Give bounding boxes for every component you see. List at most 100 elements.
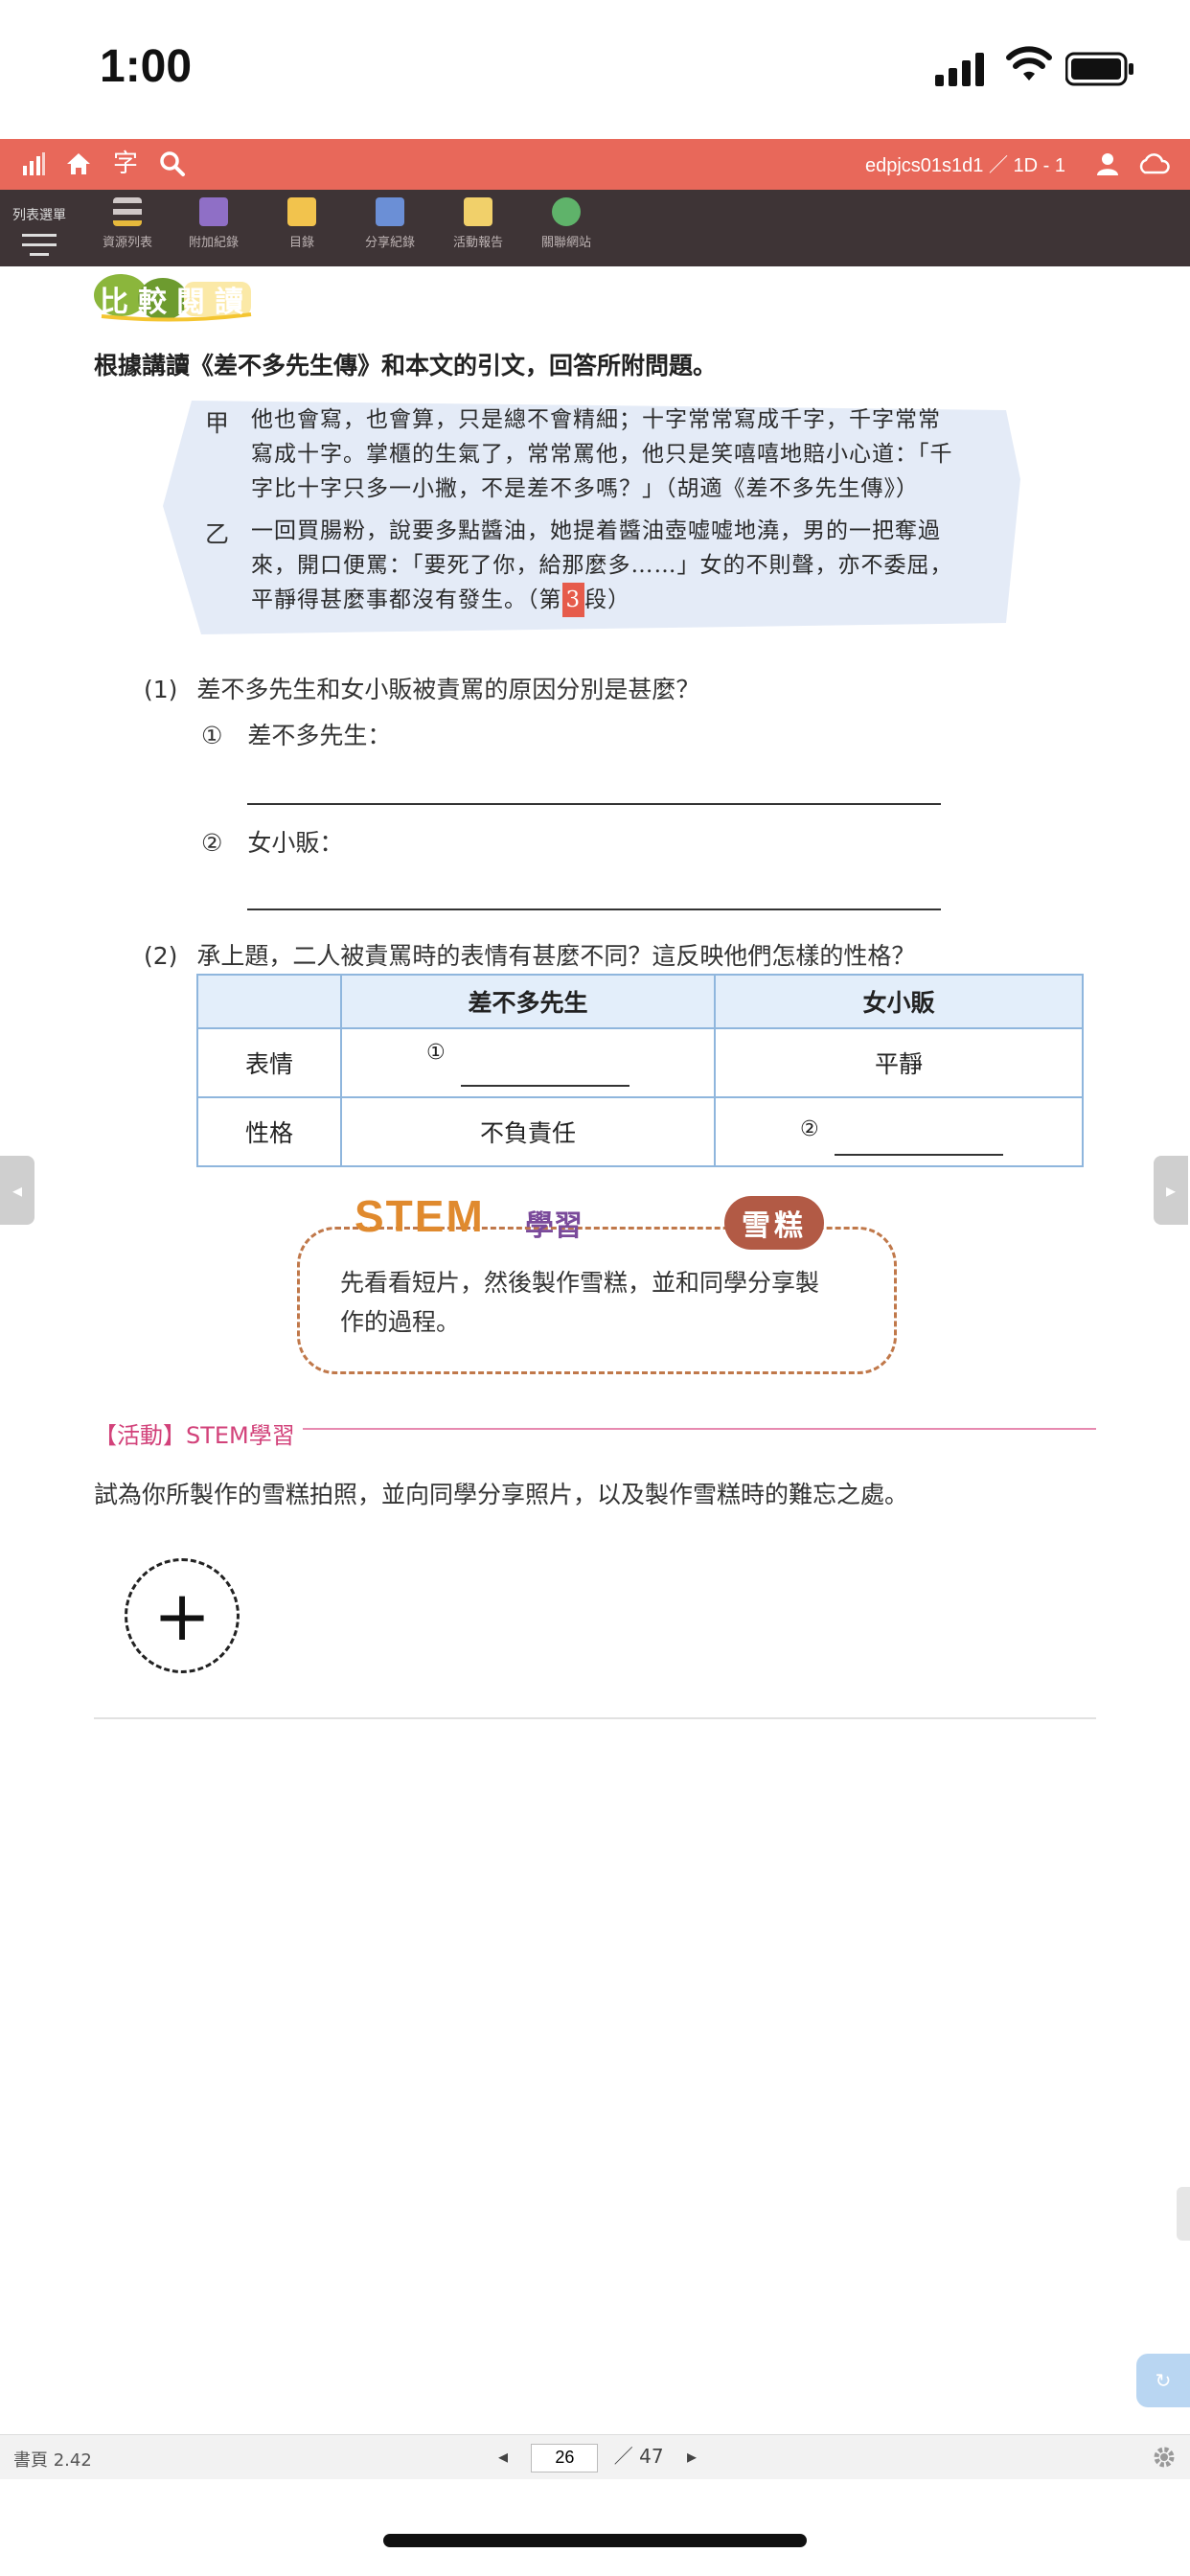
add-photo-button[interactable]: + [125, 1558, 240, 1673]
resource-list-icon [113, 197, 142, 226]
quote-a-label: 甲 [205, 409, 230, 437]
question-1b: ② 女小販： [201, 824, 343, 859]
battery-icon [1065, 52, 1133, 86]
comparative-reading-banner: 比較閱讀 [92, 270, 255, 326]
quote-line: 寫成十字。掌櫃的生氣了，常常罵他，他只是笑嘻嘻地賠小心道：「千 [251, 442, 953, 467]
list-menu-button[interactable]: 列表選單 [0, 190, 79, 266]
list-menu-label: 列表選單 [12, 208, 66, 223]
status-time: 1:00 [100, 41, 193, 92]
stem-line: 作的過程。 [340, 1308, 461, 1336]
pager: ◂ ／ 47 ▸ [498, 2441, 697, 2472]
bottom-bar: 書頁 2.42 ◂ ／ 47 ▸ [0, 2434, 1190, 2479]
table-header: 女小販 [714, 974, 1084, 1029]
page-input[interactable] [531, 2443, 599, 2472]
toolbar-attachment-record[interactable]: 附加紀錄 [171, 196, 257, 250]
quote-text: 平靜得甚麼事都沒有發生。（第 [251, 587, 562, 612]
question-1: (1) 差不多先生和女小販被責罵的原因分別是甚麼？ [144, 671, 699, 705]
quote-line: 一回買腸粉，說要多點醬油，她提着醬油壺嘘嘘地澆，男的一把奪過 [251, 518, 941, 543]
chevron-right-icon: ▸ [1165, 1179, 1177, 1202]
question-number: (2) [144, 942, 178, 970]
status-bar: 1:00 [0, 0, 1190, 139]
gear-icon[interactable] [1152, 2445, 1177, 2470]
attachment-record-icon [199, 197, 228, 226]
question-text: 承上題，二人被責罵時的表情有甚麼不同？這反映他們怎樣的性格？ [196, 942, 916, 970]
quote-line: 字比十字只多一小撇，不是差不多嗎？」（胡適《差不多先生傳》） [251, 476, 919, 501]
activity-label: 【活動】STEM學習 [94, 1422, 295, 1449]
top-bar: 字 edpjcs01s1d1 ／ 1D - 1 [0, 139, 1190, 190]
toolbar-resource-list[interactable]: 資源列表 [84, 196, 171, 250]
sub-label: 女小販： [247, 829, 344, 857]
home-indicator[interactable] [383, 2534, 807, 2547]
activity-text: 試為你所製作的雪糕拍照，並向同學分享照片，以及製作雪糕時的難忘之處。 [94, 1481, 909, 1508]
divider [94, 1717, 1096, 1719]
prev-page-arrow[interactable]: ◂ [0, 1156, 34, 1225]
related-website-icon [552, 197, 581, 226]
search-icon[interactable] [159, 150, 186, 177]
table-row: 表情 ① 平靜 [196, 1027, 1084, 1098]
toolbar-item-label: 活動報告 [452, 236, 503, 250]
banner-text: 比較閱讀 [100, 286, 253, 319]
stem-tag: 雪糕 [724, 1196, 824, 1250]
toolbar-share-record[interactable]: 分享紀錄 [347, 196, 433, 250]
sub-number: ① [201, 722, 223, 749]
table-cell[interactable]: ② [714, 1096, 1084, 1167]
refresh-icon: ↻ [1155, 2369, 1172, 2392]
quote-a: 他也會寫，也會算，只是總不會精細；十字常常寫成千字，千字常常 寫成十字。掌櫃的生… [251, 402, 953, 506]
sub-label: 差不多先生： [247, 722, 392, 749]
paragraph-number-badge: 3 [561, 583, 585, 617]
toolbar-item-label: 關聯網站 [540, 236, 591, 250]
next-page-arrow[interactable]: ▸ [1154, 1156, 1188, 1225]
page-total: ／ 47 [613, 2445, 664, 2468]
toolbar-item-label: 附加紀錄 [188, 236, 239, 250]
activity-report-icon [464, 197, 492, 226]
toolbar-related-website[interactable]: 關聯網站 [523, 196, 609, 250]
cloud-icon[interactable] [1136, 152, 1171, 175]
quote-line: 來，開口便罵：「要死了你，給那麼多……」女的不則聲，亦不委屈， [251, 553, 953, 578]
home-icon[interactable] [65, 150, 92, 177]
signal-icon [935, 53, 984, 86]
refresh-button[interactable]: ↻ [1136, 2354, 1190, 2407]
question-2: (2) 承上題，二人被責罵時的表情有甚麼不同？這反映他們怎樣的性格？ [144, 937, 915, 972]
stem-line: 先看看短片，然後製作雪糕，並和同學分享製 [340, 1269, 820, 1297]
table-cell: 不負責任 [340, 1096, 716, 1167]
question-text: 差不多先生和女小販被責罵的原因分別是甚麼？ [196, 676, 700, 703]
next-page-button[interactable]: ▸ [687, 2445, 697, 2468]
sub-number: ① [426, 1041, 446, 1065]
contents-icon [287, 197, 316, 226]
wifi-icon [1006, 46, 1052, 80]
prev-page-button[interactable]: ◂ [498, 2445, 508, 2468]
table-cell: 平靜 [714, 1027, 1084, 1098]
quote-text: 段） [584, 587, 631, 612]
toolbar-item-label: 目錄 [288, 236, 314, 250]
stem-title: STEM [355, 1191, 485, 1241]
toolbar-contents[interactable]: 目錄 [259, 196, 345, 250]
answer-line [835, 1154, 1003, 1156]
quote-line: 平靜得甚麼事都沒有發生。（第 3 段） [251, 583, 953, 617]
answer-line-1b[interactable] [247, 908, 941, 910]
toolbar-activity-report[interactable]: 活動報告 [435, 196, 521, 250]
font-size-button[interactable]: 字 [113, 147, 138, 181]
instruction: 根據講讀《差不多先生傳》和本文的引文，回答所附問題。 [94, 352, 718, 380]
stats-icon[interactable] [21, 150, 46, 177]
stem-text: 先看看短片，然後製作雪糕，並和同學分享製 作的過程。 [340, 1263, 819, 1342]
table-cell: 表情 [196, 1027, 342, 1098]
comparison-table: 差不多先生 女小販 表情 ① 平靜 性格 不負責任 ② [196, 974, 1084, 1167]
chevron-left-icon: ◂ [11, 1179, 23, 1202]
table-cell[interactable]: ① [340, 1027, 716, 1098]
answer-line-1a[interactable] [247, 803, 941, 805]
toolbar-item-label: 分享紀錄 [364, 236, 415, 250]
stem-title-zh: 學習 [525, 1209, 583, 1243]
toolbar: 列表選單 資源列表 附加紀錄 目錄 分享紀錄 活動報告 關聯網站 [0, 190, 1190, 266]
question-number: (1) [144, 676, 178, 703]
sub-number: ② [201, 829, 223, 857]
answer-line [461, 1085, 629, 1087]
menu-icon [22, 234, 57, 256]
question-1a: ① 差不多先生： [201, 717, 391, 751]
plus-icon: + [152, 1576, 212, 1656]
quote-box: 甲 他也會寫，也會算，只是總不會精細；十字常常寫成千字，千字常常 寫成十字。掌櫃… [163, 393, 1020, 634]
user-icon[interactable] [1094, 150, 1121, 177]
activity-divider [303, 1428, 1096, 1430]
share-record-icon [376, 197, 404, 226]
scroll-handle[interactable] [1177, 2187, 1190, 2241]
quote-b-label: 乙 [205, 520, 230, 548]
